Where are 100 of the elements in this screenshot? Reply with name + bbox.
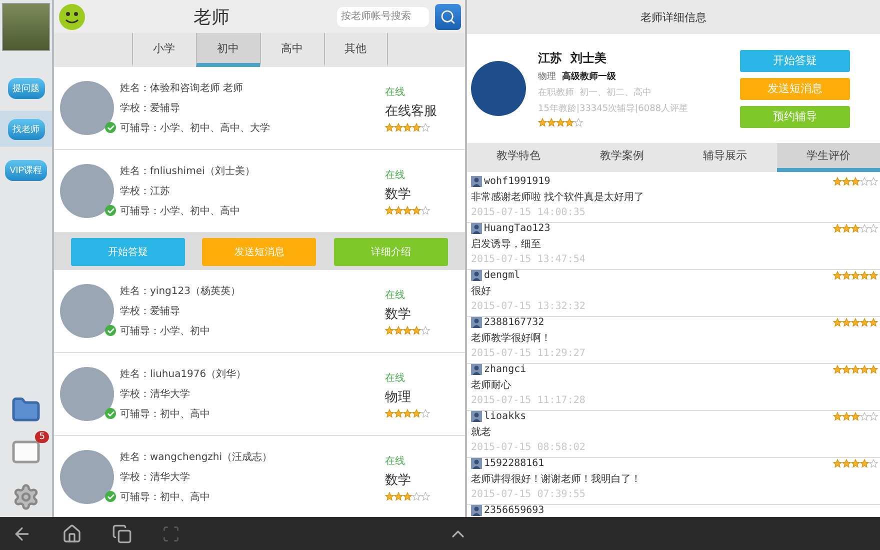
star-icon xyxy=(385,326,394,334)
teacher-row[interactable]: 姓名：ying123（杨英英） 学校：爱辅导 可辅导：小学、初中 在线 数学 xyxy=(54,270,465,353)
star-icon xyxy=(833,177,842,186)
teacher-school: 学校：清华大学 xyxy=(120,388,191,401)
avatar-placeholder xyxy=(60,284,114,338)
verified-icon xyxy=(105,408,116,419)
star-icon xyxy=(412,122,421,132)
search-field[interactable]: 按老师帐号搜索 xyxy=(337,6,429,26)
home-icon[interactable] xyxy=(62,524,82,544)
search-button[interactable] xyxy=(435,4,461,30)
detail-tab[interactable]: 学生评价 xyxy=(776,143,880,172)
star-icon xyxy=(412,326,421,334)
star-icon xyxy=(565,118,574,127)
teacher-school: 学校：清华大学 xyxy=(120,470,191,484)
teacher-subject: 物理 xyxy=(385,388,412,406)
star-icon xyxy=(385,492,394,500)
star-icon xyxy=(842,271,851,280)
star-icon xyxy=(869,318,878,327)
user-icon xyxy=(471,458,482,469)
verified-icon xyxy=(105,325,116,336)
grade-tab[interactable]: 高中 xyxy=(260,33,324,67)
detail-tab[interactable]: 教学案例 xyxy=(570,143,674,172)
verified-icon xyxy=(105,122,116,133)
star-icon xyxy=(385,122,394,132)
teacher-school: 学校：江苏 xyxy=(120,184,171,198)
teacher-grades: 可辅导：小学、初中、高中 xyxy=(120,204,241,218)
star-icon xyxy=(833,271,842,280)
review-comment: 启发诱导，细至 xyxy=(471,238,542,251)
reviewer-name: zhangci xyxy=(484,364,528,375)
grade-tab[interactable]: 其他 xyxy=(324,33,388,67)
avatar-placeholder xyxy=(60,81,114,135)
photo-placeholder xyxy=(2,3,50,51)
star-icon xyxy=(394,326,403,334)
review-comment: 很好 xyxy=(471,285,492,298)
star-icon xyxy=(385,206,394,214)
user-icon xyxy=(471,317,482,328)
teacher-grades: 可辅导：初中、高中 xyxy=(120,490,211,504)
teacher-name: 姓名：体验和咨询老师 老师 xyxy=(120,82,244,95)
verified-icon xyxy=(105,205,116,216)
reviewer-name: lioakks xyxy=(484,411,528,422)
teacher-name: 江苏 刘士美 xyxy=(538,50,608,67)
recent-apps-icon[interactable] xyxy=(112,524,132,544)
detail-tab[interactable]: 辅导展示 xyxy=(674,143,777,172)
teacher-name: 姓名：liuhua1976（刘华） xyxy=(120,368,248,381)
grade-tab[interactable]: 初中 xyxy=(196,33,260,67)
user-icon xyxy=(471,223,482,234)
star-icon xyxy=(394,206,403,214)
star-icon xyxy=(394,122,403,132)
settings-icon[interactable] xyxy=(12,483,40,511)
panel-title: 老师详细信息 xyxy=(467,0,880,34)
star-icon xyxy=(869,271,878,280)
smiley-logo-icon xyxy=(58,2,86,30)
reviewer-name: dengml xyxy=(484,270,522,281)
star-icon xyxy=(851,318,860,327)
online-status: 在线 xyxy=(385,454,406,468)
empty-star-icon xyxy=(421,492,430,500)
star-icon xyxy=(842,318,851,327)
teacher-grades: 可辅导：小学、初中 xyxy=(120,324,211,338)
star-icon xyxy=(412,206,421,214)
star-icon xyxy=(851,365,860,374)
reviewer-name: wohf1991919 xyxy=(484,176,552,187)
star-icon xyxy=(860,459,869,468)
teacher-row[interactable]: 姓名：体验和咨询老师 老师 学校：爱辅导 可辅导：小学、初中、高中、大学 在线 在线客服 xyxy=(54,67,465,150)
reviewer-name: 1592288161 xyxy=(484,458,546,469)
star-icon xyxy=(394,492,403,500)
star-icon xyxy=(394,408,403,418)
star-icon xyxy=(842,412,851,421)
teacher-row[interactable]: 姓名：liuhua1976（刘华） 学校：清华大学 可辅导：初中、高中 在线 物理 xyxy=(54,353,465,436)
unread-badge: 5 xyxy=(35,431,49,443)
avatar-placeholder xyxy=(60,367,114,421)
star-icon xyxy=(403,122,412,132)
teacher-school: 学校：爱辅导 xyxy=(120,304,181,318)
teacher-subject: 数学 xyxy=(385,186,412,202)
star-icon xyxy=(842,459,851,468)
star-icon xyxy=(851,271,860,280)
star-icon xyxy=(403,492,412,500)
teacher-name: 姓名：fnliushimei（刘士美） xyxy=(120,164,256,178)
teacher-school: 学校：爱辅导 xyxy=(120,102,181,115)
star-icon xyxy=(860,271,869,280)
star-icon xyxy=(860,318,869,327)
star-icon xyxy=(833,412,842,421)
user-icon xyxy=(471,270,482,281)
reviewer-name: 2388167732 xyxy=(484,317,546,328)
star-icon xyxy=(842,365,851,374)
online-status: 在线 xyxy=(385,288,406,302)
user-icon xyxy=(471,411,482,422)
star-icon xyxy=(385,408,394,418)
star-icon xyxy=(833,459,842,468)
online-status: 在线 xyxy=(385,168,406,182)
online-status: 在线 xyxy=(385,86,406,98)
star-icon xyxy=(851,459,860,468)
star-icon xyxy=(842,177,851,186)
review-comment: 就老 xyxy=(471,426,492,439)
star-icon xyxy=(403,326,412,334)
reviewer-name: 2356659693 xyxy=(484,505,546,516)
detail-tab[interactable]: 教学特色 xyxy=(467,143,570,172)
teacher-subject: 在线客服 xyxy=(385,102,438,120)
avatar-placeholder xyxy=(60,164,114,218)
teacher-stats: 15年教龄|33345次辅导|6088人评星 xyxy=(538,102,690,115)
star-icon xyxy=(833,365,842,374)
